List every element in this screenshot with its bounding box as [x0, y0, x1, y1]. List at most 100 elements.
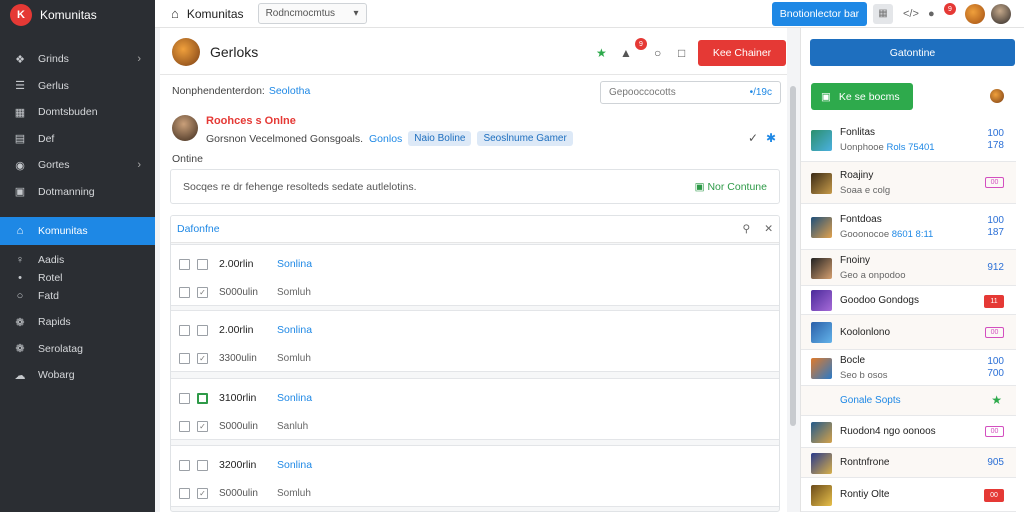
list-item[interactable]: 2.00rlin Sonlina ✓ S000ulin Somluh — [171, 244, 779, 306]
row-checkbox[interactable]: ✓ — [197, 286, 208, 298]
row-checkbox[interactable] — [179, 286, 190, 298]
list-item[interactable]: Fontdoas Gooonocoe 8601 8:11 100 187 — [801, 204, 1016, 250]
list-item[interactable]: Fonlitas Uonphooe Rols 75401 100 178 — [801, 118, 1016, 162]
code-icon[interactable]: </> — [903, 8, 919, 20]
sidebar-item-komunitas[interactable]: ⌂ Komunitas — [0, 217, 155, 245]
item-title[interactable]: Fonlitas — [840, 127, 875, 138]
sidebar-item-wobarg[interactable]: ☁ Wobarg — [0, 362, 155, 389]
list-item[interactable]: Koolonlono 00 — [801, 315, 1016, 350]
row-checkbox[interactable]: ✓ — [197, 420, 208, 432]
item-title[interactable]: Fontdoas — [840, 214, 882, 225]
avatar[interactable] — [990, 89, 1004, 103]
table-row[interactable]: 3200rlin Sonlina — [171, 454, 779, 476]
game-thumbnail — [811, 322, 832, 343]
main-scrollbar[interactable] — [790, 86, 796, 426]
table-row[interactable]: 3100rlin Sonlina — [171, 387, 779, 409]
sidebar-item-rapids[interactable]: ❁ Rapids — [0, 309, 155, 336]
row-checkbox[interactable] — [179, 392, 190, 404]
danger-button[interactable]: Kee Chainer — [698, 40, 786, 66]
item-title[interactable]: Ruodon4 ngo oonoos — [840, 426, 936, 437]
row-name[interactable]: Sonlina — [277, 459, 312, 471]
list-item[interactable]: Goodoo Gondogs 11 — [801, 286, 1016, 315]
list-item[interactable]: 2.00rlin Sonlina ✓ 3300ulin Somluh — [171, 310, 779, 372]
avatar[interactable] — [965, 4, 985, 24]
list-item[interactable]: 3100rlin Sonlina ✓ S000ulin Sanluh — [171, 378, 779, 440]
table-row[interactable]: ✓ S000ulin Sanluh — [171, 415, 779, 437]
list-item[interactable]: Rontiy Olte 00 — [801, 478, 1016, 512]
table-row[interactable]: ✓ 3300ulin Somluh — [171, 347, 779, 369]
item-title[interactable]: Rontnfrone — [840, 457, 889, 468]
right-primary-button[interactable]: Gatontine — [810, 39, 1015, 66]
item-title[interactable]: Rontiy Olte — [840, 489, 889, 500]
item-title[interactable]: Fnoiny — [840, 255, 870, 266]
item-title[interactable]: Roajiny — [840, 170, 873, 181]
tag-chip[interactable]: Seoslnume Gamer — [477, 131, 573, 146]
list-item[interactable]: Roajiny Soaa e colg 00 — [801, 162, 1016, 204]
star-icon[interactable]: ★ — [991, 393, 1002, 407]
search-icon[interactable]: ⚲ — [742, 223, 750, 235]
sidebar-item-domtsbuden[interactable]: ▦ Domtsbuden — [0, 99, 155, 126]
list-item[interactable]: Bocle Seo b osos 100 700 — [801, 350, 1016, 386]
grid-view-icon[interactable]: ▦ — [873, 3, 893, 24]
brand[interactable]: K Komunitas — [0, 0, 155, 30]
author-avatar[interactable] — [172, 115, 198, 141]
sidebar-item-rotel[interactable]: • Rotel — [0, 269, 155, 287]
sidebar-item-dotmanning[interactable]: ▣ Dotmanning — [0, 179, 155, 206]
item-title[interactable]: Gonale Sopts — [840, 395, 901, 406]
list-item[interactable]: Fnoiny Geo a onpodoo 912 — [801, 250, 1016, 286]
tag-chip[interactable]: Naio Boline — [408, 131, 472, 146]
item-title[interactable]: Koolonlono — [840, 327, 890, 338]
row-checkbox[interactable] — [197, 392, 208, 404]
row-name[interactable]: Sonlina — [277, 392, 312, 404]
game-icon[interactable]: ▲ — [620, 46, 632, 60]
table-row[interactable]: 2.00rlin Sonlina — [171, 319, 779, 341]
sidebar-item-serolatag[interactable]: ❁ Serolatag — [0, 336, 155, 363]
right-green-button[interactable]: ▣ Ke se bocms — [811, 83, 913, 110]
row-checkbox[interactable] — [197, 258, 208, 270]
author-name[interactable]: Roohces s Onlne — [206, 115, 573, 127]
row-checkbox[interactable] — [179, 459, 190, 471]
star-icon[interactable]: ★ — [596, 46, 607, 60]
topbar-action-button[interactable]: Bnotionlector bar — [772, 1, 867, 26]
list-item[interactable]: Rontnfrone 905 — [801, 448, 1016, 478]
sidebar-item-gerlus[interactable]: ☰ Gerlus — [0, 73, 155, 100]
row-checkbox[interactable] — [179, 487, 190, 499]
row-checkbox[interactable] — [179, 258, 190, 270]
table-row[interactable]: ✓ S000ulin Somluh — [171, 281, 779, 303]
row-name[interactable]: Sonlina — [277, 324, 312, 336]
close-icon[interactable]: ✕ — [764, 223, 773, 235]
table-row[interactable]: 2.00rlin Sonlina — [171, 253, 779, 275]
row-checkbox[interactable] — [179, 420, 190, 432]
list-item[interactable]: Gonale Sopts ★ — [801, 386, 1016, 416]
author-link[interactable]: Gonlos — [369, 133, 402, 145]
sidebar-item-grinds[interactable]: ❖ Grinds › — [0, 46, 155, 73]
table-row[interactable]: ✓ S000ulin Somluh — [171, 482, 779, 504]
edit-icon[interactable]: ✓ — [748, 131, 758, 145]
filter-link[interactable]: Seolotha — [269, 85, 310, 97]
row-name[interactable]: Sonlina — [277, 258, 312, 270]
row-checkbox[interactable] — [179, 352, 190, 364]
row-checkbox[interactable] — [179, 324, 190, 336]
list-item[interactable]: 3200rlin Sonlina ✓ S000ulin Somluh — [171, 445, 779, 507]
row-checkbox[interactable]: ✓ — [197, 487, 208, 499]
user-avatar[interactable] — [991, 4, 1011, 24]
clock-icon[interactable]: ○ — [654, 46, 661, 60]
sidebar-item-aadis[interactable]: ♀ Aadis — [0, 251, 155, 269]
notification-icon[interactable]: ● — [928, 8, 935, 20]
row-checkbox[interactable]: ✓ — [197, 352, 208, 364]
note-status[interactable]: ▣ Nor Contune — [695, 181, 767, 193]
pin-icon[interactable]: ✱ — [766, 131, 776, 145]
item-title[interactable]: Goodoo Gondogs — [840, 295, 919, 306]
author-meta: Gorsnon Vecelmoned Gonsgoals. — [206, 132, 364, 145]
sidebar-item-gortes[interactable]: ◉ Gortes › — [0, 152, 155, 179]
list-item[interactable]: Ruodon4 ngo oonoos 00 — [801, 416, 1016, 448]
topbar-select[interactable]: Rodncmocmtus ▾ — [257, 3, 367, 24]
filter-input[interactable]: Gepooccocotts •/19c — [600, 81, 781, 104]
home-icon[interactable]: ⌂ — [171, 6, 179, 21]
sidebar-item-fatd[interactable]: ○ Fatd — [0, 287, 155, 305]
item-title[interactable]: Bocle — [840, 355, 865, 366]
share-icon[interactable]: □ — [678, 46, 685, 60]
row-checkbox[interactable] — [197, 459, 208, 471]
sidebar-item-def[interactable]: ▤ Def — [0, 126, 155, 153]
row-checkbox[interactable] — [197, 324, 208, 336]
